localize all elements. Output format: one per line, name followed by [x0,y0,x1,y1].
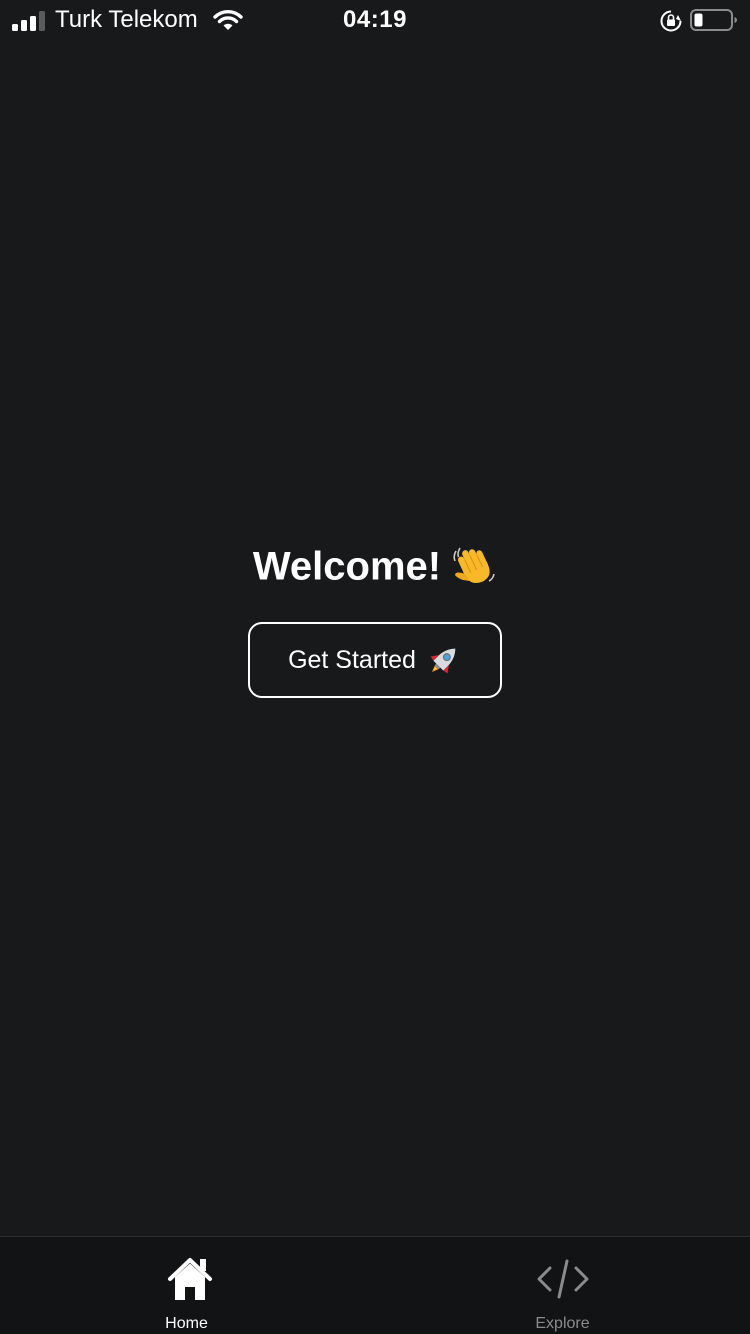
get-started-button[interactable]: Get Started [248,622,502,698]
welcome-heading: Welcome! [0,540,750,590]
tab-home[interactable]: Home [0,1237,375,1334]
get-started-label: Get Started [288,646,416,674]
status-bar: Turk Telekom 04:19 [0,0,750,40]
code-icon [537,1259,588,1299]
welcome-title-text: Welcome! [252,544,442,589]
status-time: 04:19 [343,6,407,33]
tab-explore[interactable]: Explore [375,1237,750,1334]
bottom-tab-bar: Home Explore [0,1236,750,1334]
tab-home-label: Home [165,1315,208,1332]
battery-icon [690,9,737,31]
orientation-lock-icon [660,10,682,32]
rocket-icon [430,648,456,674]
app-screen: Turk Telekom 04:19 Welcome! Get Started … [0,0,750,1334]
tab-explore-label: Explore [535,1315,590,1332]
waving-hand-icon [453,548,495,584]
home-icon [167,1258,212,1300]
